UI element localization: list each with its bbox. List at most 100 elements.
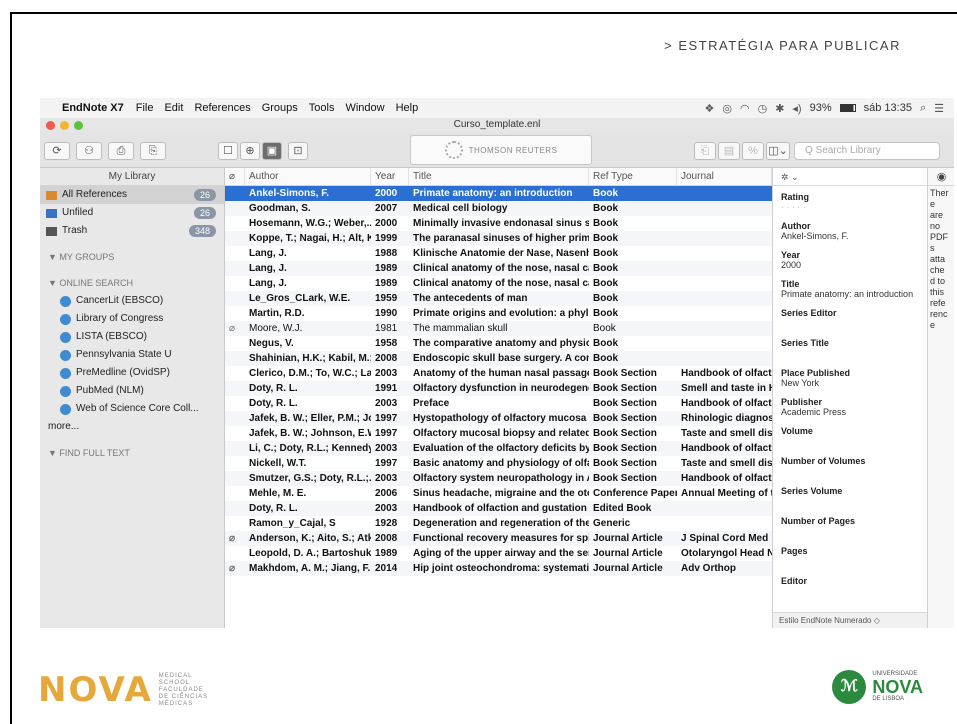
field-rating[interactable]: Rating · · · · · xyxy=(773,186,927,215)
local-library-mode-button[interactable]: ☐ xyxy=(218,142,238,160)
table-row[interactable]: ⌀ Makhdom, A. M.; Jiang, F.;... 2014 Hip jo… xyxy=(225,561,772,576)
field-title[interactable]: Title Primate anatomy: an introduction xyxy=(773,273,927,302)
table-row[interactable]: Shahinian, H.K.; Kabil, M.;... 2008 Endosc… xyxy=(225,351,772,366)
cite-while-write-button[interactable]: % xyxy=(742,142,764,160)
layout-menu-button[interactable]: ◫⌄ xyxy=(766,142,790,160)
sync-button[interactable]: ⟳ xyxy=(44,142,70,160)
table-row[interactable]: Mehle, M. E. 2006 Sinus headache, migraine… xyxy=(225,486,772,501)
share-button[interactable]: ⚇ xyxy=(76,142,102,160)
table-row[interactable]: Hosemann, W.G.; Weber,... 2000 Minimally i… xyxy=(225,216,772,231)
table-row[interactable]: ⌀ Anderson, K.; Aito, S.; Atki... 2008 Func… xyxy=(225,531,772,546)
field-series-editor[interactable]: Series Editor xyxy=(773,302,927,332)
field-number-of-volumes[interactable]: Number of Volumes xyxy=(773,450,927,480)
menu-window[interactable]: Window xyxy=(345,102,384,114)
field-place-published[interactable]: Place Published New York xyxy=(773,362,927,391)
table-row[interactable]: Smutzer, G.S.; Doty, R.L.;... 2003 Olfacto… xyxy=(225,471,772,486)
dropbox-icon[interactable]: ❖ xyxy=(704,102,714,115)
field-volume[interactable]: Volume xyxy=(773,420,927,450)
open-link-button[interactable]: ⎘ xyxy=(140,142,166,160)
column-header-author[interactable]: Author xyxy=(245,168,371,185)
menu-app-name[interactable]: EndNote X7 xyxy=(62,102,124,114)
online-search-header[interactable]: ▼ ONLINE SEARCH xyxy=(40,274,224,292)
battery-icon[interactable] xyxy=(839,104,856,112)
wifi-icon[interactable]: ◠ xyxy=(740,102,750,115)
table-row[interactable]: Clerico, D.M.; To, W.C.; La... 2003 Anatom… xyxy=(225,366,772,381)
notification-center-icon[interactable]: ☰ xyxy=(934,102,944,115)
column-header-year[interactable]: Year xyxy=(371,168,409,185)
sidebar-item-library-of-congress[interactable]: Library of Congress xyxy=(40,310,224,328)
table-row[interactable]: Jafek, B. W.; Johnson, E.W... 1997 Olfacto… xyxy=(225,426,772,441)
sidebar-item-premedline[interactable]: PreMedline (OvidSP) xyxy=(40,364,224,382)
close-window-button[interactable] xyxy=(46,121,55,130)
table-row[interactable]: ⌀ Moore, W.J. 1981 The mammalian skull Book xyxy=(225,321,772,336)
field-number-of-pages[interactable]: Number of Pages xyxy=(773,510,927,540)
sidebar-item-all-references[interactable]: All References 26 xyxy=(40,186,224,204)
sidebar-item-penn-state[interactable]: Pennsylvania State U xyxy=(40,346,224,364)
table-row[interactable]: Lang, J. 1989 Clinical anatomy of the nose… xyxy=(225,276,772,291)
spotlight-icon[interactable]: ⌕ xyxy=(920,102,926,115)
table-row[interactable]: Doty, R. L. 2003 Handbook of olfaction and… xyxy=(225,501,772,516)
sidebar-item-cancerlit[interactable]: CancerLit (EBSCO) xyxy=(40,292,224,310)
style-selector[interactable]: Estilo EndNote Numerado ◇ xyxy=(773,612,927,628)
insert-citation-button[interactable]: ⎗ xyxy=(694,142,716,160)
table-row[interactable]: Goodman, S. 2007 Medical cell biology Book xyxy=(225,201,772,216)
field-series-title[interactable]: Series Title xyxy=(773,332,927,362)
table-row[interactable]: Leopold, D. A.; Bartoshuk,... 1989 Aging o… xyxy=(225,546,772,561)
field-editor[interactable]: Editor xyxy=(773,570,927,600)
attachment-column-header[interactable]: ⌀ xyxy=(225,168,245,185)
integrated-library-mode-button[interactable]: ▣ xyxy=(262,142,282,160)
find-full-text-header[interactable]: ▼ FIND FULL TEXT xyxy=(40,444,224,462)
my-groups-header[interactable]: ▼ MY GROUPS xyxy=(40,248,224,266)
menu-file[interactable]: File xyxy=(136,102,154,114)
field-publisher[interactable]: Publisher Academic Press xyxy=(773,391,927,420)
search-library-input[interactable]: Q Search Library xyxy=(794,142,940,160)
field-author[interactable]: Author Ankel-Simons, F. xyxy=(773,215,927,244)
table-row[interactable]: Le_Gros_CLark, W.E. 1959 The antecedents o… xyxy=(225,291,772,306)
sync-icon[interactable]: ◎ xyxy=(722,102,732,115)
table-row[interactable]: Doty, R. L. 1991 Olfactory dysfunction in … xyxy=(225,381,772,396)
sidebar-item-lista[interactable]: LISTA (EBSCO) xyxy=(40,328,224,346)
column-header-title[interactable]: Title xyxy=(409,168,589,185)
field-pages[interactable]: Pages xyxy=(773,540,927,570)
online-search-mode-button[interactable]: ⊕ xyxy=(240,142,260,160)
zoom-window-button[interactable] xyxy=(74,121,83,130)
table-row[interactable]: Li, C.; Doty, R.L.; Kennedy,... 2003 Evalu… xyxy=(225,441,772,456)
clock-icon[interactable]: ◷ xyxy=(758,102,768,115)
sidebar-item-trash[interactable]: Trash 348 xyxy=(40,222,224,240)
table-row[interactable]: Jafek, B. W.; Eller, P.M.; Jo... 1997 Hyst… xyxy=(225,411,772,426)
sidebar-item-web-of-science[interactable]: Web of Science Core Coll... xyxy=(40,400,224,418)
table-row[interactable]: Nickell, W.T. 1997 Basic anatomy and physi… xyxy=(225,456,772,471)
field-series-volume[interactable]: Series Volume xyxy=(773,480,927,510)
field-year[interactable]: Year 2000 xyxy=(773,244,927,273)
clock[interactable]: sáb 13:35 xyxy=(864,102,912,114)
sidebar-item-pubmed[interactable]: PubMed (NLM) xyxy=(40,382,224,400)
table-row[interactable]: Negus, V. 1958 The comparative anatomy and… xyxy=(225,336,772,351)
menu-references[interactable]: References xyxy=(194,102,250,114)
table-row[interactable]: Doty, R. L. 2003 Preface Book Section Handbo… xyxy=(225,396,772,411)
table-row[interactable]: Martin, R.D. 1990 Primate origins and evol… xyxy=(225,306,772,321)
menu-tools[interactable]: Tools xyxy=(309,102,335,114)
my-library-header[interactable]: My Library xyxy=(40,168,224,186)
table-row[interactable]: Lang, J. 1989 Clinical anatomy of the nose… xyxy=(225,261,772,276)
collapse-arrow-icon[interactable]: ◉ xyxy=(937,171,947,183)
table-row[interactable]: Koppe, T.; Nagai, H.; Alt, K.W. 1999 The p… xyxy=(225,231,772,246)
column-header-journal[interactable]: Journal xyxy=(677,168,772,185)
table-row[interactable]: Ankel-Simons, F. 2000 Primate anatomy: an … xyxy=(225,186,772,201)
cell-journal: Rhinologic diagnosis ar xyxy=(681,413,772,424)
minimize-window-button[interactable] xyxy=(60,121,69,130)
sidebar-item-more[interactable]: more... xyxy=(40,418,224,436)
sidebar-item-unfiled[interactable]: Unfiled 26 xyxy=(40,204,224,222)
new-reference-button[interactable]: ⊡ xyxy=(288,142,308,160)
menu-help[interactable]: Help xyxy=(396,102,419,114)
menu-edit[interactable]: Edit xyxy=(164,102,183,114)
cell-ref-type: Book xyxy=(593,338,618,349)
format-bibliography-button[interactable]: ▤ xyxy=(718,142,740,160)
bluetooth-icon[interactable]: ✱ xyxy=(775,102,784,115)
gear-icon[interactable]: ✲ ⌄ xyxy=(781,172,799,182)
volume-icon[interactable]: ◂) xyxy=(792,102,801,115)
column-header-ref-type[interactable]: Ref Type xyxy=(589,168,677,185)
table-row[interactable]: Ramon_y_Cajal, S 1928 Degeneration and reg… xyxy=(225,516,772,531)
menu-groups[interactable]: Groups xyxy=(262,102,298,114)
table-row[interactable]: Lang, J. 1988 Klinische Anatomie der Nase,… xyxy=(225,246,772,261)
find-fulltext-button[interactable]: ⎙ xyxy=(108,142,134,160)
